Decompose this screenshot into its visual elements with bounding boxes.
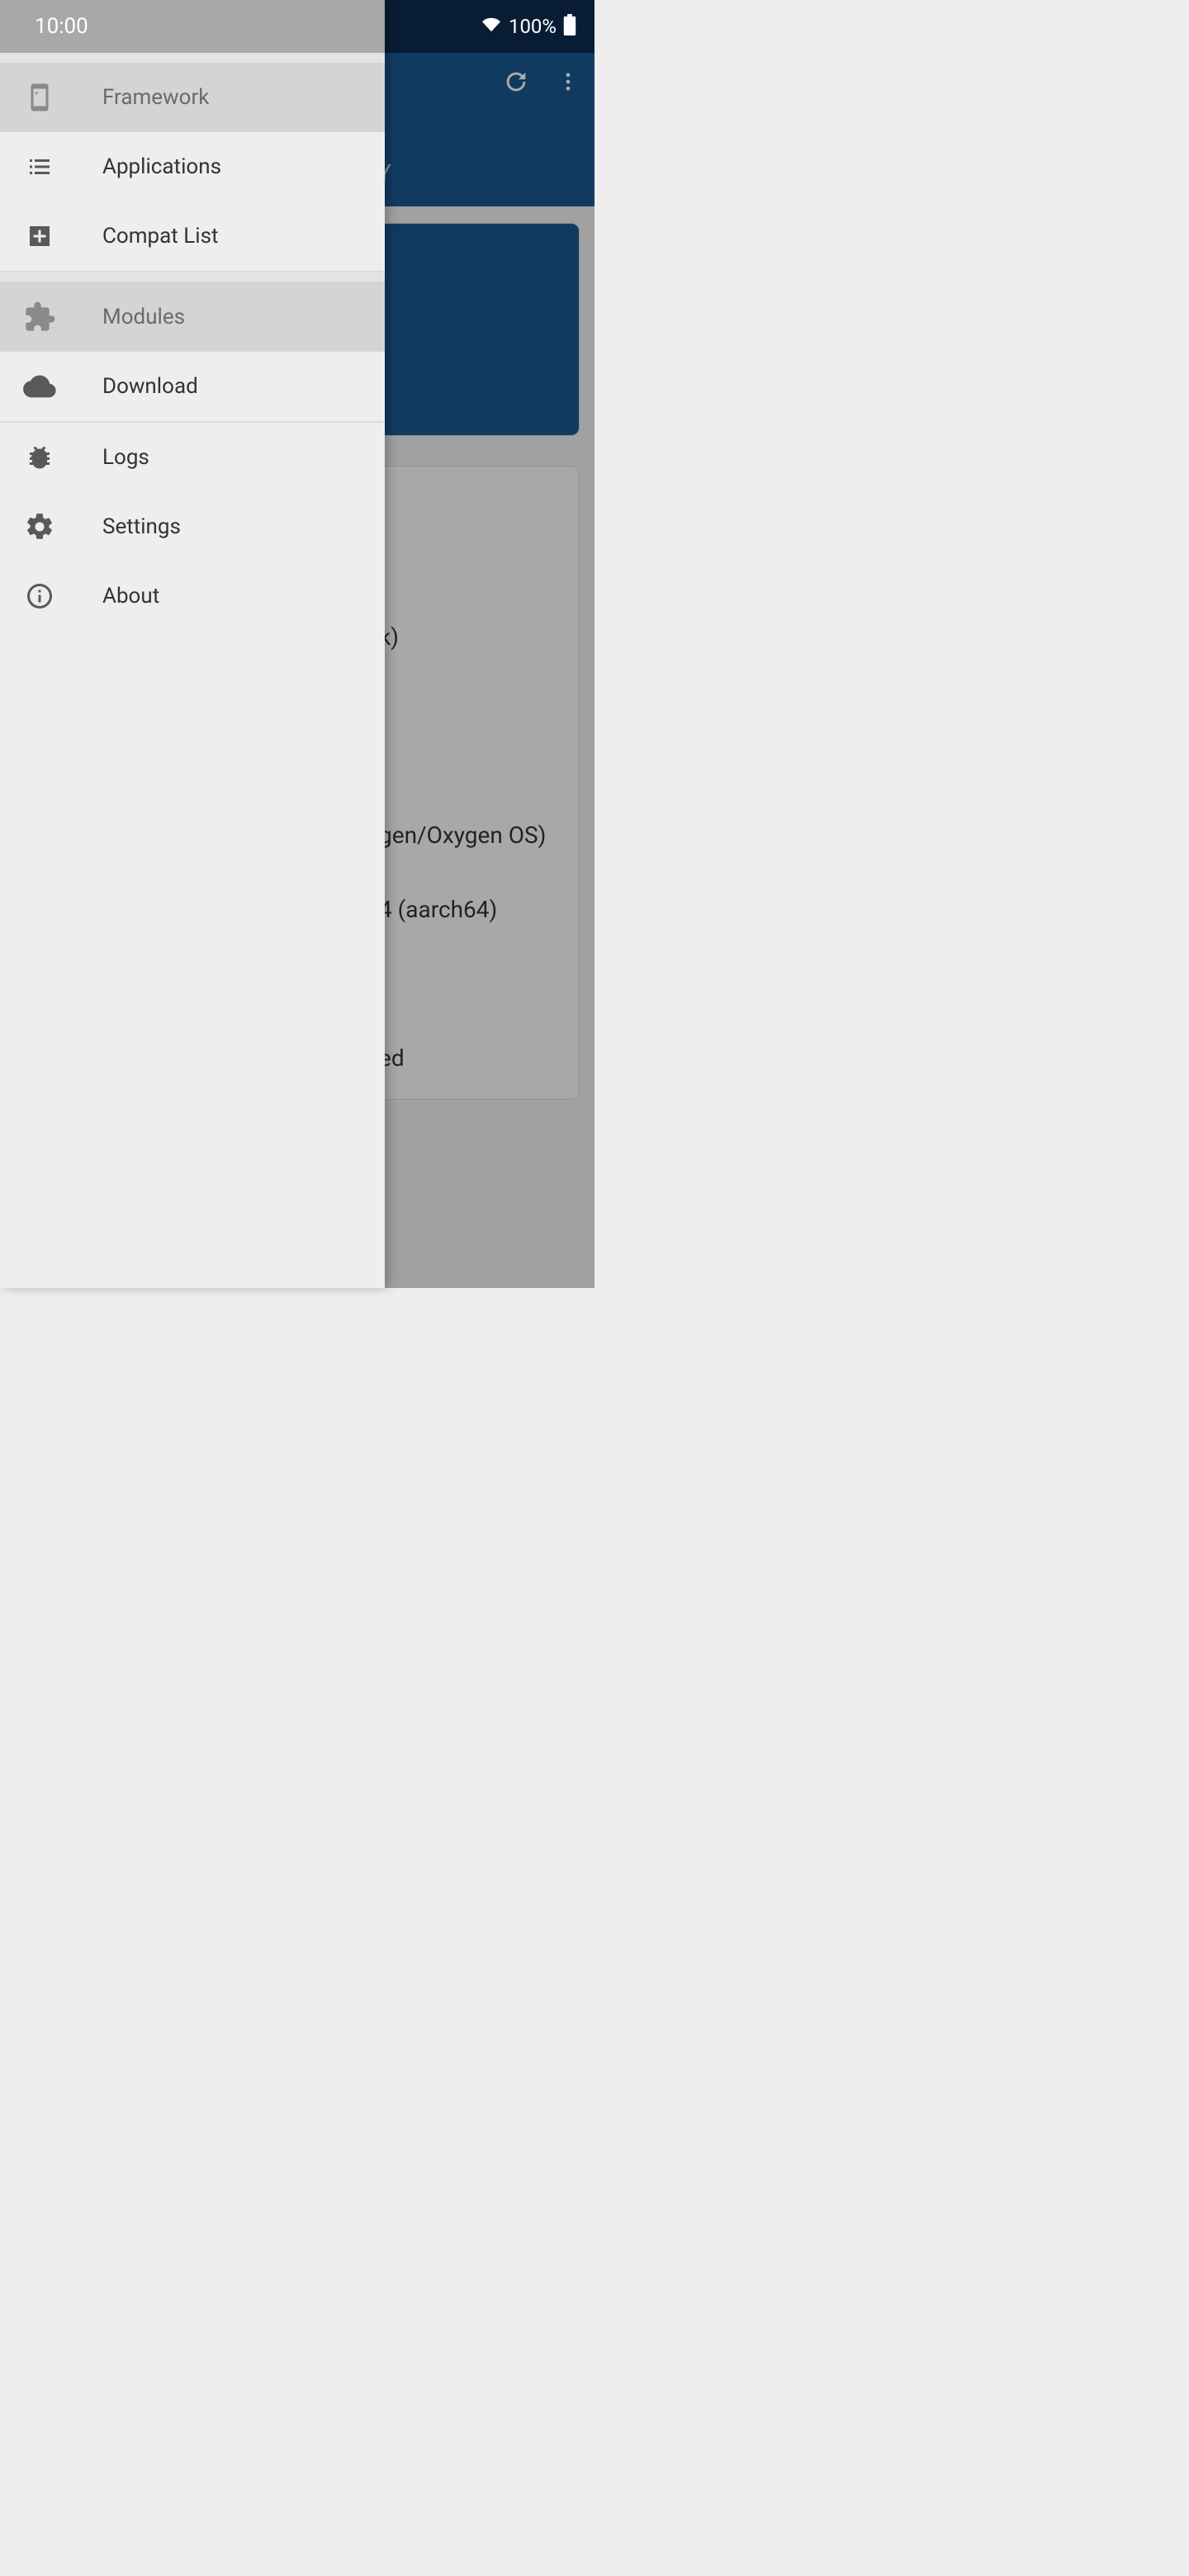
battery-icon — [563, 14, 576, 39]
framework-icon — [23, 81, 56, 114]
gear-icon — [23, 510, 56, 543]
cloud-icon — [23, 370, 56, 403]
list-icon — [23, 150, 56, 183]
nav-item-applications[interactable]: Applications — [0, 132, 385, 201]
nav-item-framework[interactable]: Framework — [0, 63, 385, 132]
plus-box-icon — [23, 220, 56, 253]
nav-label: Framework — [102, 85, 209, 110]
wifi-icon — [481, 16, 502, 37]
bug-icon — [23, 441, 56, 474]
battery-percentage: 100% — [509, 15, 557, 38]
nav-label: Logs — [102, 445, 149, 470]
nav-item-settings[interactable]: Settings — [0, 492, 385, 561]
nav-label: Settings — [102, 514, 181, 539]
drawer-header-gap — [0, 53, 385, 63]
nav-item-download[interactable]: Download — [0, 352, 385, 421]
drawer-divider — [0, 271, 385, 282]
info-icon — [23, 580, 56, 613]
nav-item-about[interactable]: About — [0, 561, 385, 631]
nav-label: Modules — [102, 305, 185, 329]
nav-item-modules[interactable]: Modules — [0, 282, 385, 352]
navigation-drawer: 10:00 Framework Applications Compat List… — [0, 0, 385, 1288]
nav-label: About — [102, 584, 159, 608]
nav-label: Compat List — [102, 224, 219, 249]
status-bar: 100% — [0, 0, 594, 53]
nav-item-logs[interactable]: Logs — [0, 423, 385, 492]
nav-label: Applications — [102, 154, 221, 179]
puzzle-icon — [23, 301, 56, 334]
nav-item-compat-list[interactable]: Compat List — [0, 201, 385, 271]
nav-label: Download — [102, 374, 198, 399]
